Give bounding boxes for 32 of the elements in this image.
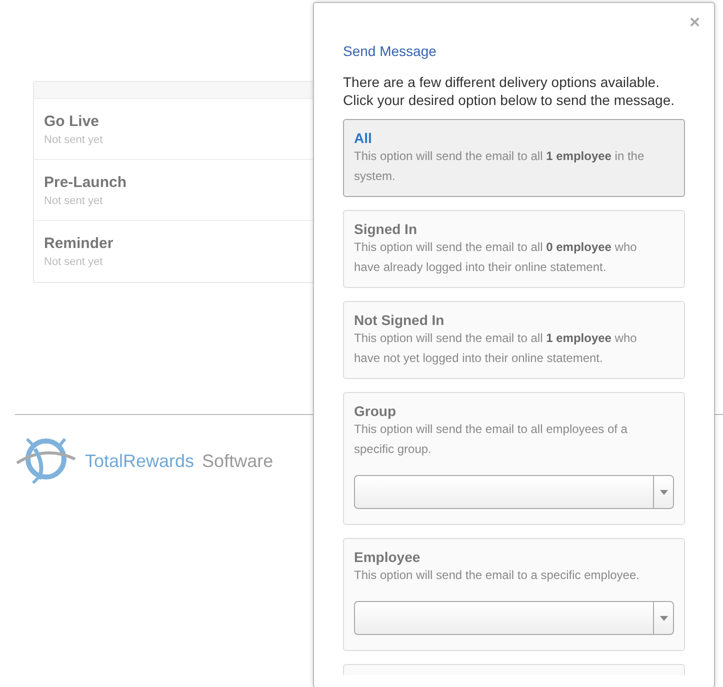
message-status: Not sent yet (44, 256, 103, 268)
option-description: This option will send the email to all 1 employee who have not yet logged into their online statement. (354, 330, 638, 367)
option-description: This option will send the email to all 0 employee who have already logged into their online statement. (354, 239, 638, 276)
option-title: Not Signed In (354, 312, 446, 328)
option-title: Group (354, 403, 397, 419)
delivery-option[interactable]: All This option will send the email to all 1 employee in the system. (343, 119, 685, 197)
option-card[interactable] (343, 664, 685, 675)
message-title[interactable]: Go Live (44, 112, 100, 130)
brand-name: TotalRewards (85, 450, 194, 472)
globe-logo-icon (15, 435, 77, 487)
dialog-title: Send Message (343, 43, 438, 59)
dropdown-field[interactable] (354, 601, 674, 635)
option-title: All (354, 130, 373, 146)
caret-icon (660, 490, 668, 494)
dialog-intro: There are a few different delivery options available. Click your desired option below to send the message. (343, 73, 676, 109)
message-title[interactable]: Pre-Launch (44, 174, 127, 190)
delivery-option[interactable]: Group This option will send the email to all employees of a specific group. (343, 392, 685, 525)
option-description: This option will send the email to a specific employee. (354, 567, 640, 584)
delivery-option[interactable]: Employee This option will send the email to a specific employee. (343, 538, 685, 651)
brand-suffix: Software (202, 450, 274, 472)
caret-icon (660, 616, 668, 620)
option-title: Employee (354, 549, 422, 565)
close-button[interactable]: × (689, 13, 700, 31)
message-title[interactable]: Reminder (44, 235, 114, 252)
option-description: This option will send the email to all 1 employee in the system. (354, 148, 646, 185)
dropdown-field[interactable] (354, 475, 674, 509)
option-title: Signed In (354, 221, 418, 237)
message-status: Not sent yet (44, 194, 103, 206)
message-status: Not sent yet (44, 134, 103, 146)
option-description: This option will send the email to all employees of a specific group. (354, 421, 628, 458)
delivery-option[interactable]: Signed In This option will send the email to all 0 employee who have already logged into their online statement. (343, 210, 685, 288)
delivery-option[interactable]: Not Signed In This option will send the email to all 1 employee who have not yet logged into their online statement. (343, 301, 685, 379)
